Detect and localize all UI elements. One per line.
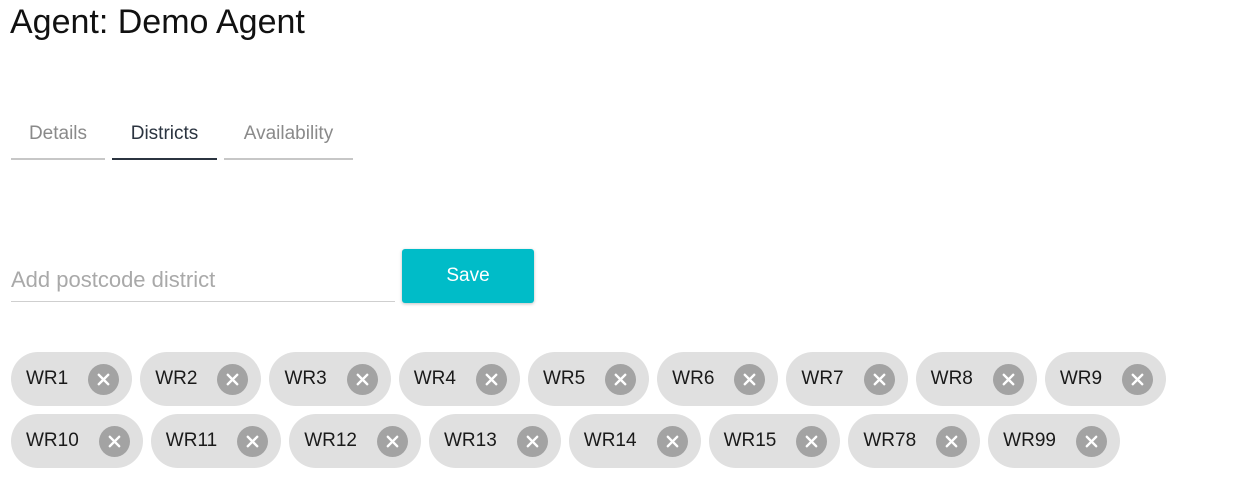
close-circle-icon[interactable] xyxy=(217,363,249,395)
close-circle-icon[interactable] xyxy=(1075,425,1107,457)
district-chip: WR4 xyxy=(398,352,520,406)
close-circle-icon[interactable] xyxy=(1122,363,1154,395)
district-chip-label: WR9 xyxy=(1059,368,1103,389)
tab-districts[interactable]: Districts xyxy=(112,110,217,160)
district-chip: WR7 xyxy=(786,352,908,406)
district-chip-label: WR8 xyxy=(930,368,973,389)
district-chip-label: WR14 xyxy=(583,430,637,451)
tab-availability[interactable]: Availability xyxy=(224,110,353,160)
district-chip-label: WR11 xyxy=(165,430,218,451)
close-circle-icon[interactable] xyxy=(475,363,507,395)
close-circle-icon[interactable] xyxy=(656,425,688,457)
district-chip: WR14 xyxy=(568,414,701,468)
district-chip-label: WR15 xyxy=(723,430,777,451)
district-chip-label: WR5 xyxy=(542,368,586,389)
page-title: Agent: Demo Agent xyxy=(10,3,305,41)
postcode-district-input[interactable] xyxy=(11,258,395,302)
district-chip: WR12 xyxy=(289,414,421,468)
close-circle-icon[interactable] xyxy=(98,425,130,457)
close-circle-icon[interactable] xyxy=(516,425,548,457)
district-chip: WR8 xyxy=(915,352,1037,406)
district-chip-label: WR78 xyxy=(863,430,917,451)
district-chip: WR10 xyxy=(11,414,143,468)
district-chip-label: WR4 xyxy=(413,368,456,389)
close-circle-icon[interactable] xyxy=(605,363,637,395)
district-chip-label: WR7 xyxy=(801,368,844,389)
close-circle-icon[interactable] xyxy=(992,363,1024,395)
close-circle-icon[interactable] xyxy=(734,363,766,395)
district-chip-label: WR1 xyxy=(26,368,69,389)
district-chip-label: WR6 xyxy=(672,368,715,389)
close-circle-icon[interactable] xyxy=(346,363,378,395)
district-chip-label: WR99 xyxy=(1003,430,1056,451)
close-circle-icon[interactable] xyxy=(863,363,895,395)
close-circle-icon[interactable] xyxy=(376,425,408,457)
district-chip: WR13 xyxy=(428,414,561,468)
district-chip-label: WR10 xyxy=(26,430,79,451)
district-chip: WR78 xyxy=(848,414,981,468)
district-chip: WR9 xyxy=(1044,352,1167,406)
district-chip: WR3 xyxy=(269,352,391,406)
district-chip: WR99 xyxy=(988,414,1120,468)
district-chip: WR11 xyxy=(150,414,282,468)
district-chip: WR15 xyxy=(708,414,841,468)
save-button[interactable]: Save xyxy=(402,249,534,303)
district-chip-list: WR1 WR2 WR3 WR4 WR5 WR6 WR7 WR8 WR9 WR10 WR11 WR12 W… xyxy=(11,352,1231,468)
close-circle-icon[interactable] xyxy=(936,425,968,457)
close-circle-icon[interactable] xyxy=(796,425,828,457)
district-chip-label: WR13 xyxy=(443,430,497,451)
district-chip-label: WR2 xyxy=(155,368,198,389)
district-chip: WR6 xyxy=(657,352,779,406)
district-chip: WR5 xyxy=(527,352,650,406)
district-chip-label: WR12 xyxy=(304,430,357,451)
tab-details[interactable]: Details xyxy=(11,110,105,160)
district-chip: WR1 xyxy=(11,352,133,406)
tab-bar: Details Districts Availability xyxy=(11,110,353,160)
close-circle-icon[interactable] xyxy=(237,425,269,457)
district-chip: WR2 xyxy=(140,352,262,406)
district-chip-label: WR3 xyxy=(284,368,327,389)
close-circle-icon[interactable] xyxy=(88,363,120,395)
